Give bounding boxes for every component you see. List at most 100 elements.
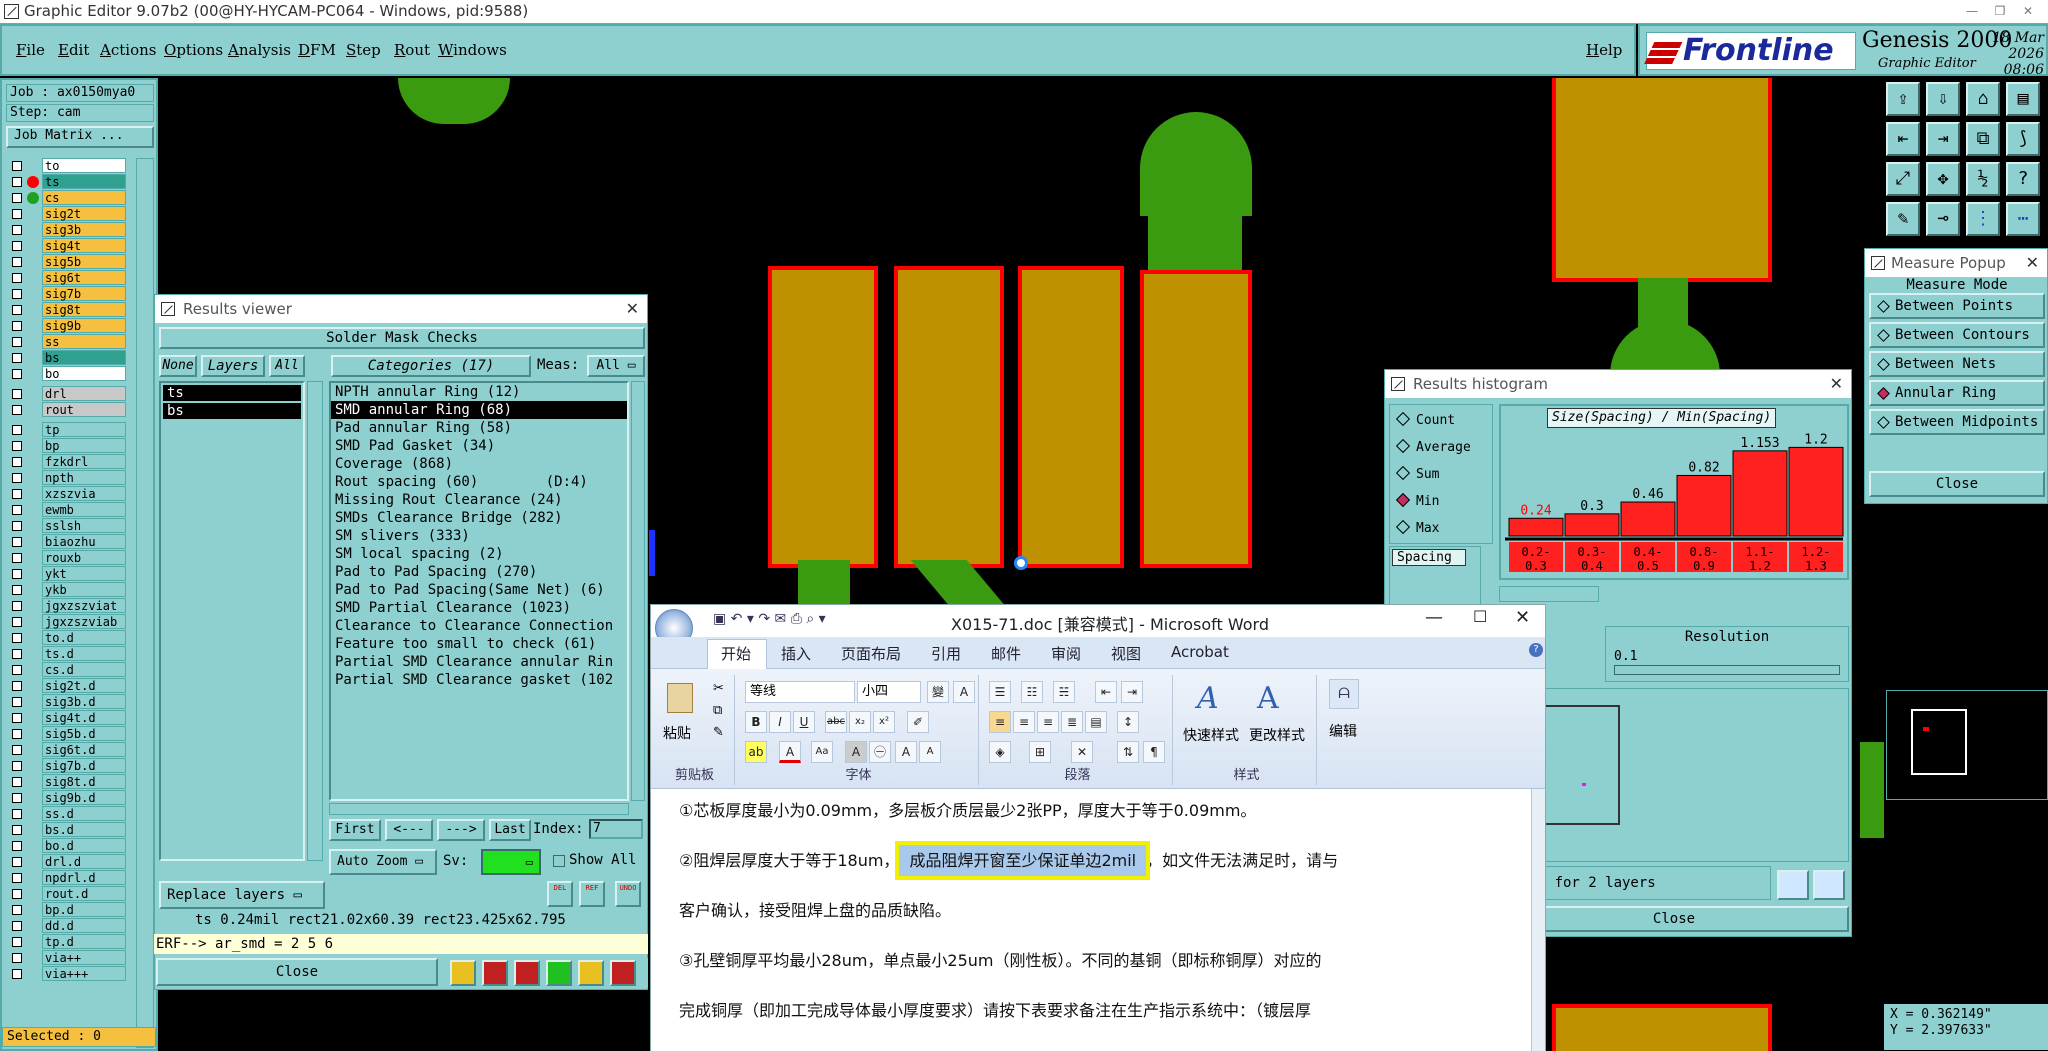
layer-row[interactable]: ykt [8, 566, 130, 582]
category-item[interactable]: Partial SMD Clearance annular Rin [331, 653, 627, 671]
layer-row[interactable]: sig9b.d [8, 790, 130, 806]
measure-mode-button[interactable]: Between Contours [1869, 322, 2045, 348]
layer-name[interactable]: sig9b.d [42, 790, 126, 805]
layer-checkbox[interactable] [12, 969, 22, 979]
layer-name[interactable]: biaozhu [42, 534, 126, 549]
last-button[interactable]: Last [489, 819, 531, 841]
layer-row[interactable]: sig4t.d [8, 710, 130, 726]
category-item[interactable]: SMD Pad Gasket (34) [331, 437, 627, 455]
menu-step[interactable]: Step [346, 41, 381, 59]
layer-checkbox[interactable] [12, 505, 22, 515]
severity-dropdown[interactable]: ▭ [481, 849, 541, 875]
restore-icon[interactable]: ❐ [1986, 0, 2014, 22]
layer-name[interactable]: bp [42, 438, 126, 453]
solder-mask-pad[interactable] [1018, 266, 1124, 568]
layer-row[interactable]: fzkdrl [8, 454, 130, 470]
none-button[interactable]: None [159, 355, 197, 377]
numbering-icon[interactable]: ☷ [1021, 681, 1043, 703]
layer-checkbox[interactable] [12, 241, 22, 251]
categories-scrollbar[interactable] [631, 381, 645, 801]
category-item[interactable]: Partial SMD Clearance gasket (102 [331, 671, 627, 689]
layer-row[interactable]: sig6t [8, 270, 130, 286]
shading-icon[interactable]: ◈ [989, 741, 1011, 763]
bar-chart-icon[interactable] [450, 960, 476, 986]
align-center-icon[interactable]: ≡ [1013, 711, 1035, 733]
menu-options[interactable]: Options [164, 41, 223, 59]
layer-row[interactable]: bp.d [8, 902, 130, 918]
layer-row[interactable]: sslsh [8, 518, 130, 534]
layer-row[interactable]: sig6t.d [8, 742, 130, 758]
layer-name[interactable]: drl.d [42, 854, 126, 869]
layer-checkbox[interactable] [12, 729, 22, 739]
measure-icon[interactable]: ⊸ [1926, 202, 1960, 236]
auto-zoom-dropdown[interactable]: Auto Zoom ▭ [329, 849, 437, 875]
layer-name[interactable]: cs.d [42, 662, 126, 677]
layer-row[interactable]: sig2t [8, 206, 130, 222]
layer-name[interactable]: sig4t.d [42, 710, 126, 725]
layer-row[interactable]: npth [8, 470, 130, 486]
paste-label[interactable]: 粘贴 [663, 723, 691, 743]
layer-row[interactable]: cs.d [8, 662, 130, 678]
clear-format-icon[interactable]: ✐ [907, 711, 929, 733]
layer-name[interactable]: jgxzszviab [42, 614, 126, 629]
layer-name[interactable]: xzszvia [42, 486, 126, 501]
help-icon[interactable]: ? [1529, 643, 1543, 657]
layer-checkbox[interactable] [12, 209, 22, 219]
layer-row[interactable]: drl.d [8, 854, 130, 870]
layer-checkbox[interactable] [12, 473, 22, 483]
layer-name[interactable]: sig5b [42, 254, 126, 269]
move-icon[interactable]: ⇥ [1926, 122, 1960, 156]
layer-row[interactable]: biaozhu [8, 534, 130, 550]
layer-name[interactable]: sig3b [42, 222, 126, 237]
category-item[interactable]: Coverage (868) [331, 455, 627, 473]
close-icon[interactable]: ✕ [626, 295, 639, 323]
measure-mode-button[interactable]: Between Midpoints [1869, 409, 2045, 435]
categories-list[interactable]: NPTH annular Ring (12) SMD annular Ring (… [329, 381, 629, 801]
chart-hscrollbar[interactable] [1499, 586, 1599, 602]
menu-rout[interactable]: Rout [394, 41, 430, 59]
layer-row[interactable]: drl [8, 386, 130, 402]
histogram-icon[interactable] [610, 960, 636, 986]
export-icon[interactable]: ⇩ [1926, 82, 1960, 116]
asian-layout-icon[interactable]: ✕ [1071, 741, 1093, 763]
layer-name[interactable]: via+++ [42, 966, 126, 981]
change-style-icon[interactable]: A [1257, 681, 1279, 716]
layer-row[interactable]: dd.d [8, 918, 130, 934]
layer-name[interactable]: sig2t.d [42, 678, 126, 693]
layer-checkbox[interactable] [12, 337, 22, 347]
chart-icon[interactable] [1777, 870, 1809, 900]
index-input[interactable]: 7 [589, 819, 643, 839]
layer-name[interactable]: dd.d [42, 918, 126, 933]
layer-row[interactable]: bs [8, 350, 130, 366]
layer-checkbox[interactable] [12, 841, 22, 851]
distribute-icon[interactable]: ▤ [1085, 711, 1107, 733]
marker-icon[interactable] [482, 960, 508, 986]
layer-list-scrollbar[interactable] [136, 158, 154, 1048]
layer-row[interactable]: sig8t [8, 302, 130, 318]
home-icon[interactable]: ⌂ [1966, 82, 2000, 116]
find-icon[interactable]: ᗩ [1329, 679, 1359, 709]
phonetic-icon[interactable]: 變 [927, 681, 949, 703]
layer-name[interactable]: sig9b [42, 318, 126, 333]
menu-help[interactable]: Help [1586, 41, 1622, 59]
increase-indent-icon[interactable]: ⇥ [1121, 681, 1143, 703]
layer-name[interactable]: via++ [42, 950, 126, 965]
layer-checkbox[interactable] [12, 257, 22, 267]
menu-dfm[interactable]: DFM [298, 41, 336, 59]
histogram-bar[interactable] [1620, 501, 1676, 537]
enclose-char-icon[interactable]: ㊀ [869, 741, 891, 763]
option-count[interactable]: Count [1395, 411, 1455, 428]
layer-row[interactable]: via++ [8, 950, 130, 966]
layer-row[interactable]: sig7b [8, 286, 130, 302]
report-icon[interactable] [578, 960, 604, 986]
underline-icon[interactable]: U [793, 711, 815, 733]
maximize-icon[interactable]: ☐ [1473, 607, 1487, 626]
align-left-icon[interactable]: ≡ [989, 711, 1011, 733]
histogram-bar[interactable] [1676, 474, 1732, 537]
measure-mode-button[interactable]: Between Points [1869, 293, 2045, 319]
multilevel-list-icon[interactable]: ☵ [1053, 681, 1075, 703]
layer-name[interactable]: fzkdrl [42, 454, 126, 469]
layer-row[interactable]: sig4t [8, 238, 130, 254]
layer-name[interactable]: sig3b.d [42, 694, 126, 709]
step-icon[interactable]: ▤ [2006, 82, 2040, 116]
